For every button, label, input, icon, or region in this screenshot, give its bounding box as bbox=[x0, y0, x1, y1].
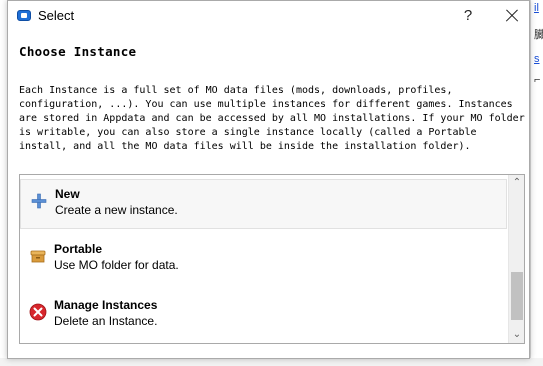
background-bottom-strip bbox=[0, 358, 543, 366]
option-subtitle: Delete an Instance. bbox=[54, 314, 158, 328]
help-button[interactable]: ? bbox=[456, 4, 480, 28]
option-subtitle: Create a new instance. bbox=[55, 203, 178, 217]
scroll-thumb[interactable] bbox=[511, 272, 523, 320]
plus-icon bbox=[31, 193, 47, 209]
page-title: Choose Instance bbox=[19, 44, 137, 59]
option-portable[interactable]: Portable Use MO folder for data. bbox=[20, 235, 507, 285]
background-link-fragment[interactable]: il bbox=[534, 2, 539, 14]
scroll-down-icon[interactable]: ⌄ bbox=[509, 327, 524, 343]
option-title: Portable bbox=[54, 242, 103, 256]
background-text-fragment: 臓 bbox=[534, 29, 543, 41]
description-text: Each Instance is a full set of MO data f… bbox=[19, 85, 525, 152]
dialog-content: Choose Instance Each Instance is a full … bbox=[8, 31, 529, 358]
background-text-fragment: ⌐ bbox=[534, 74, 541, 86]
delete-icon bbox=[29, 303, 47, 321]
window-title: Select bbox=[38, 8, 75, 23]
close-button[interactable] bbox=[500, 4, 524, 28]
option-manage-instances[interactable]: Manage Instances Delete an Instance. bbox=[20, 291, 507, 341]
app-icon bbox=[17, 10, 31, 21]
vertical-scrollbar[interactable]: ⌃ ⌄ bbox=[508, 175, 524, 343]
option-title: New bbox=[55, 187, 80, 201]
option-new[interactable]: New Create a new instance. bbox=[20, 179, 507, 229]
option-subtitle: Use MO folder for data. bbox=[54, 258, 179, 272]
background-link-fragment[interactable]: s bbox=[534, 53, 540, 65]
title-bar[interactable]: Select ? bbox=[8, 1, 529, 31]
option-title: Manage Instances bbox=[54, 298, 158, 312]
select-dialog: Select ? Choose Instance Each Instance i… bbox=[7, 0, 530, 359]
scroll-up-icon[interactable]: ⌃ bbox=[509, 175, 524, 191]
box-icon bbox=[30, 250, 46, 263]
instance-option-list[interactable]: New Create a new instance. Portable Use … bbox=[19, 174, 525, 344]
